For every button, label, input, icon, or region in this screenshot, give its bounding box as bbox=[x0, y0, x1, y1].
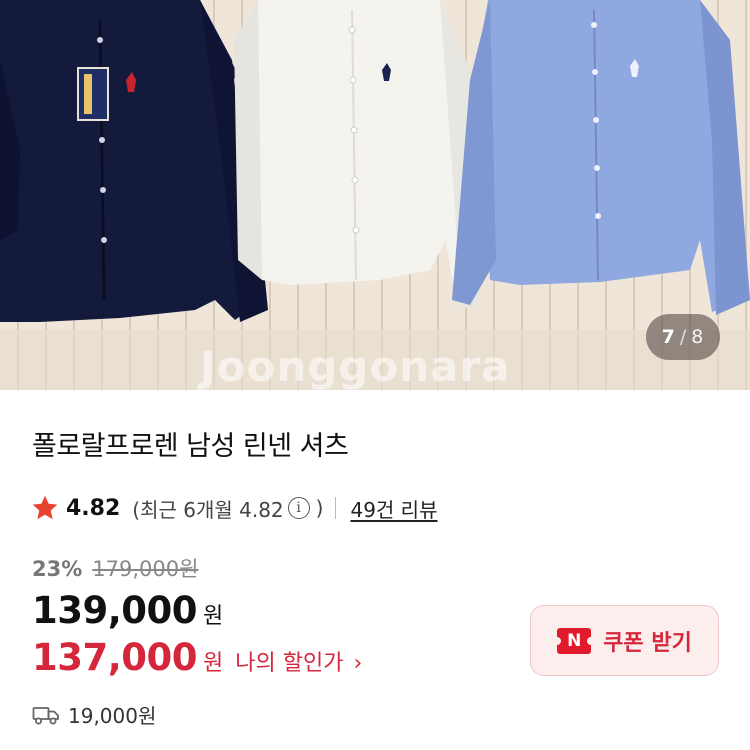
truck-icon bbox=[32, 706, 59, 724]
product-photo bbox=[0, 0, 750, 390]
original-price: 179,000원 bbox=[92, 557, 199, 581]
total-image-count: 8 bbox=[691, 326, 705, 348]
price-row: 139,000 원 bbox=[32, 589, 223, 632]
reviews-link[interactable]: 49건 리뷰 bbox=[350, 494, 437, 523]
product-title: 폴로랄프로렌 남성 린넨 셔츠 bbox=[32, 431, 349, 462]
my-price-row[interactable]: 137,000 원 나의 할인가 › bbox=[32, 636, 362, 679]
shipping-row: 19,000원 bbox=[32, 700, 156, 729]
image-counter: 7 / 8 bbox=[646, 314, 720, 360]
discount-rate: 23% bbox=[32, 557, 83, 581]
info-icon[interactable]: i bbox=[287, 497, 310, 519]
current-image-index: 7 bbox=[661, 326, 676, 348]
counter-separator: / bbox=[679, 326, 688, 348]
star-icon bbox=[32, 495, 58, 520]
coupon-button-label: 쿠폰 받기 bbox=[603, 630, 692, 656]
divider bbox=[335, 497, 337, 519]
watermark: Joonggonara bbox=[200, 342, 511, 390]
product-image[interactable]: Joonggonara 7 / 8 bbox=[0, 0, 750, 390]
discount-row: 23% 179,000원 bbox=[32, 553, 198, 583]
rating-row: 4.82 (최근 6개월 4.82 i ) 49건 리뷰 bbox=[30, 490, 437, 526]
my-discount-price: 137,000 bbox=[32, 636, 198, 679]
blue-shirt bbox=[452, 0, 750, 315]
get-coupon-button[interactable]: N 쿠폰 받기 bbox=[530, 605, 719, 676]
sale-price: 139,000 bbox=[32, 589, 198, 632]
recent-rating: (최근 6개월 4.82 i ) bbox=[132, 494, 323, 523]
chevron-right-icon[interactable]: › bbox=[353, 651, 362, 676]
shipping-fee: 19,000원 bbox=[68, 704, 157, 728]
sale-price-unit: 원 bbox=[203, 604, 224, 629]
recent-rating-text: (최근 6개월 4.82 bbox=[132, 497, 284, 522]
naver-coupon-icon: N bbox=[553, 627, 596, 654]
rating-score: 4.82 bbox=[66, 495, 121, 521]
recent-rating-close: ) bbox=[315, 496, 324, 520]
my-price-label[interactable]: 나의 할인가 bbox=[235, 645, 343, 677]
my-price-unit: 원 bbox=[203, 651, 224, 676]
